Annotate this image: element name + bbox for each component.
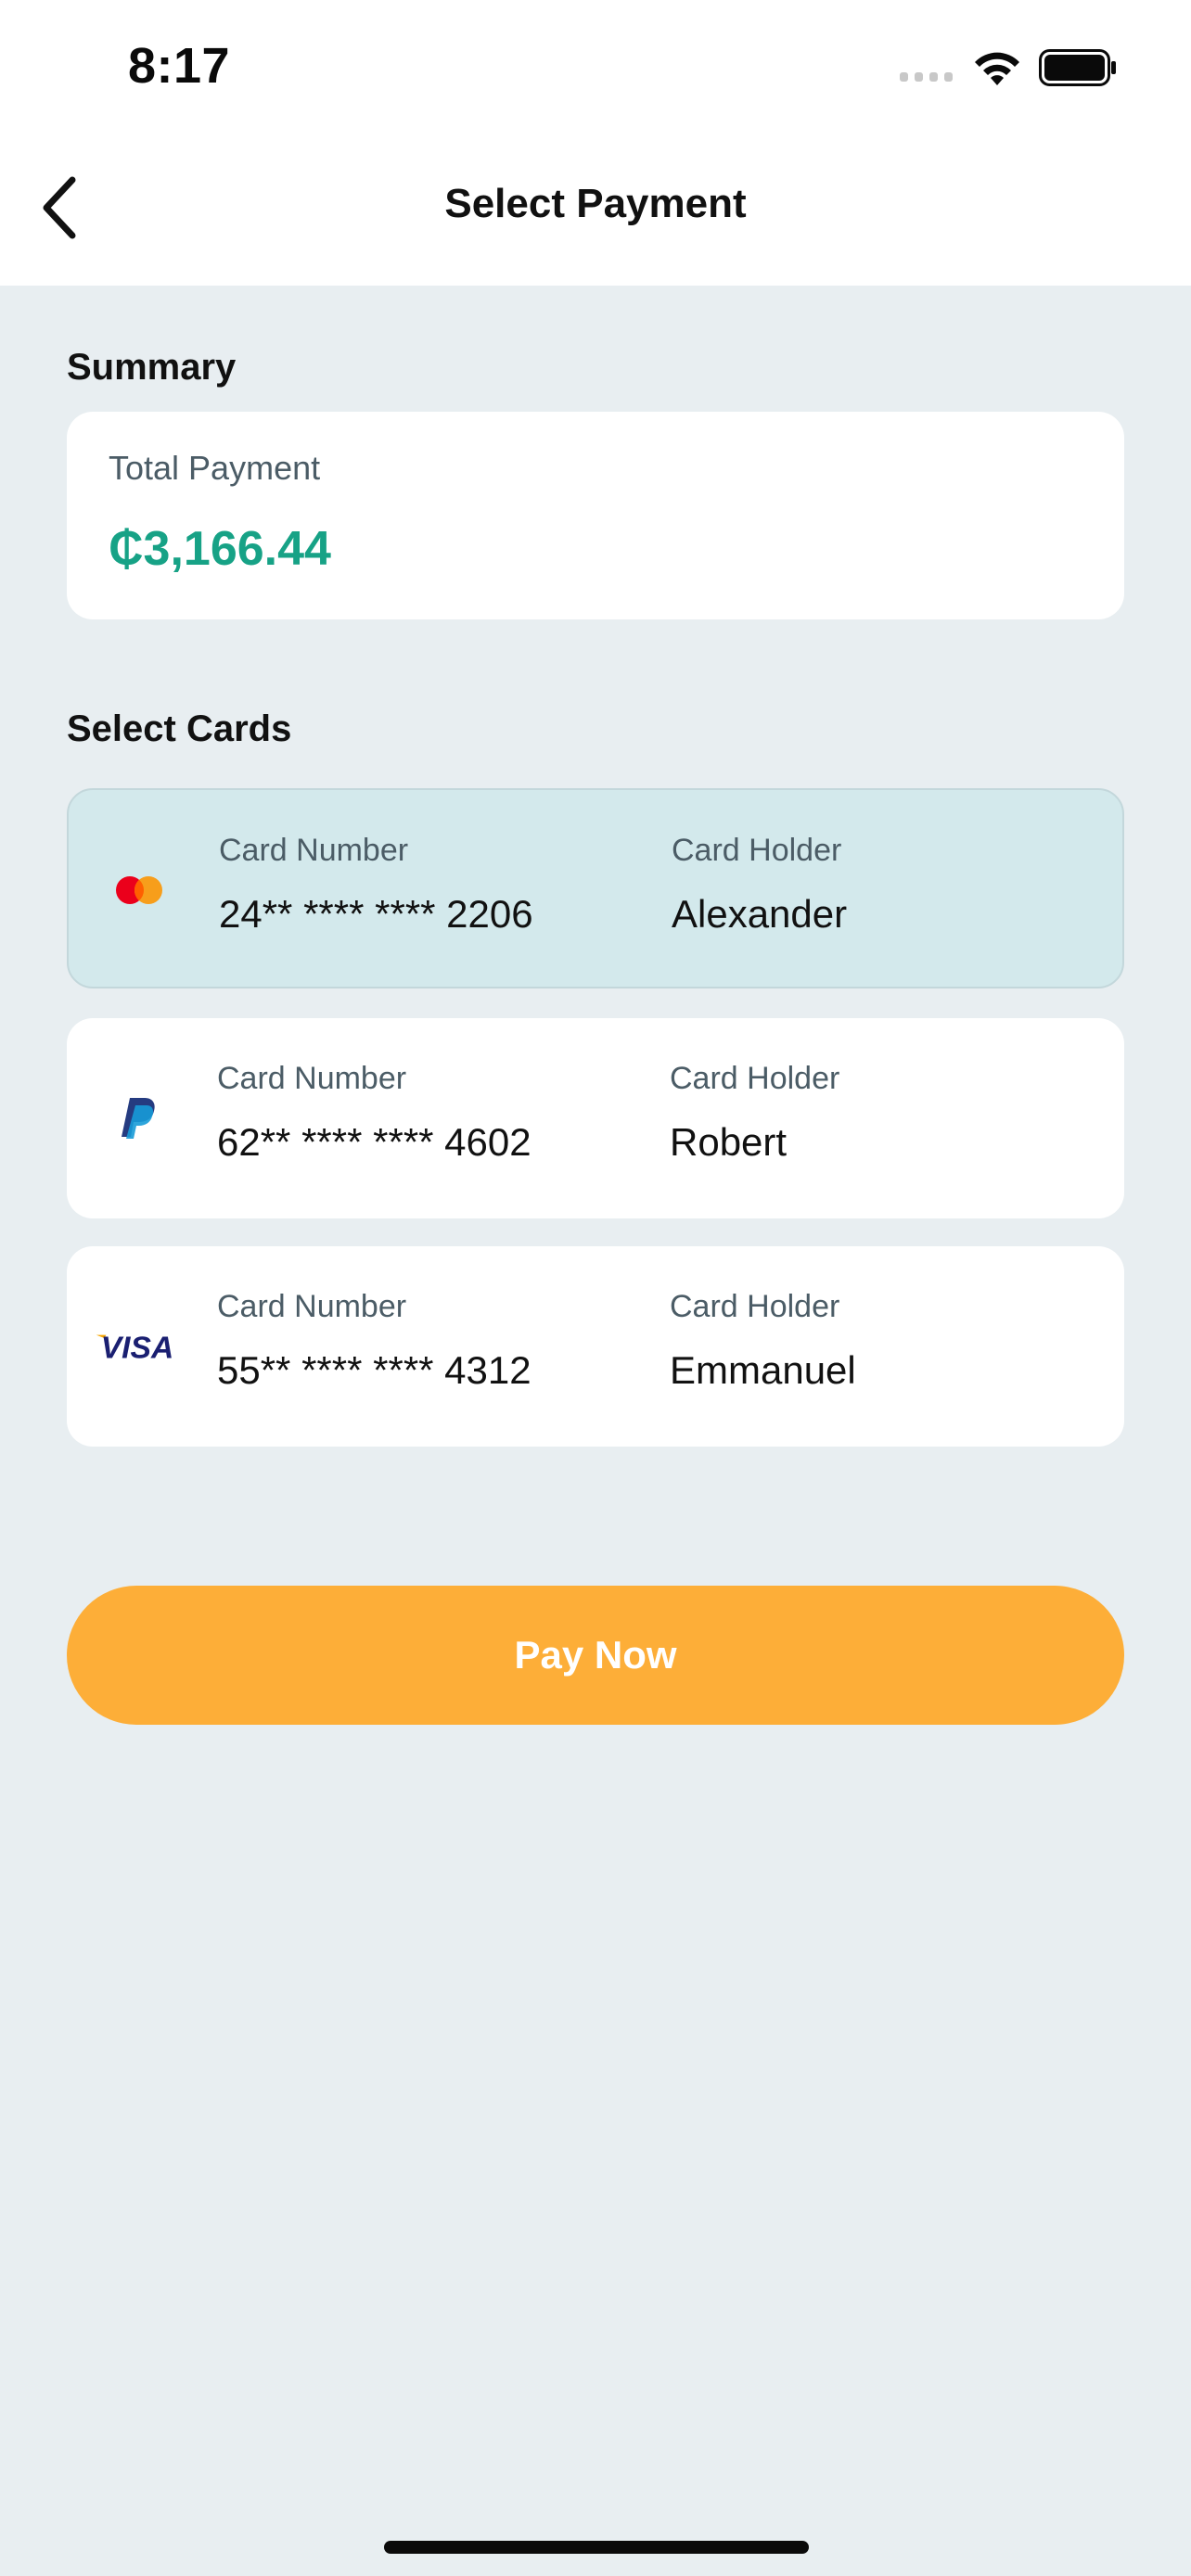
page-title: Select Payment [444, 181, 747, 226]
card-number-label: Card Number [217, 1061, 407, 1096]
card-number-value: 24** **** **** 2206 [219, 892, 533, 936]
card-option-paypal[interactable]: Card Number 62** **** **** 4602 Card Hol… [67, 1018, 1124, 1218]
card-holder-value: Robert [670, 1120, 788, 1164]
summary-card: Total Payment ₵3,166.44 [67, 412, 1124, 619]
card-number-label: Card Number [217, 1289, 407, 1324]
card-number-value: 55** **** **** 4312 [217, 1348, 531, 1392]
card-number-label: Card Number [219, 833, 409, 868]
card-holder-value: Emmanuel [670, 1348, 856, 1392]
card-option-visa[interactable]: VISA Card Number 55** **** **** 4312 Car… [67, 1246, 1124, 1447]
paypal-icon [95, 1081, 180, 1155]
card-holder-label: Card Holder [670, 1289, 840, 1324]
card-number-value: 62** **** **** 4602 [217, 1120, 531, 1164]
select-cards-heading: Select Cards [67, 708, 292, 749]
status-time: 8:17 [128, 38, 231, 94]
card-option-mastercard[interactable]: Card Number 24** **** **** 2206 Card Hol… [67, 788, 1124, 988]
svg-text:VISA: VISA [101, 1331, 173, 1365]
card-holder-value: Alexander [672, 892, 848, 936]
card-holder-label: Card Holder [672, 833, 842, 868]
total-payment-label: Total Payment [109, 449, 321, 487]
top-bar: 8:17 Select Payment [0, 0, 1191, 286]
cellular-signal-icon [900, 72, 953, 82]
card-holder-label: Card Holder [670, 1061, 840, 1096]
visa-icon: VISA [95, 1309, 180, 1384]
summary-heading: Summary [67, 347, 237, 388]
pay-now-button[interactable]: Pay Now [67, 1586, 1124, 1725]
mastercard-icon [96, 853, 182, 927]
battery-icon [1039, 49, 1116, 86]
total-payment-amount: ₵3,166.44 [109, 522, 331, 576]
home-indicator [384, 2541, 809, 2554]
wifi-icon [975, 52, 1019, 85]
